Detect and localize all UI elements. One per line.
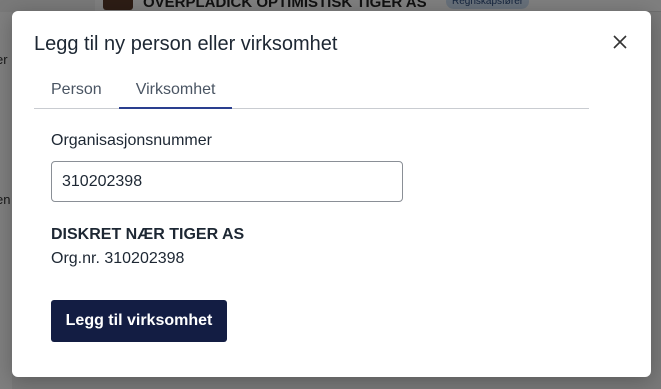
dialog-title: Legg til ny person eller virksomhet: [34, 33, 338, 55]
tab-company[interactable]: Virksomhet: [118, 73, 233, 109]
company-result-org-number: Org.nr. 310202398: [51, 250, 185, 267]
company-result-name: DISKRET NÆR TIGER AS: [51, 226, 245, 243]
org-number-label: Organisasjonsnummer: [51, 132, 212, 149]
add-company-button[interactable]: Legg til virksomhet: [51, 300, 227, 342]
org-number-input[interactable]: [51, 161, 403, 202]
close-icon: [613, 35, 627, 49]
add-person-or-company-dialog: Legg til ny person eller virksomhet Pers…: [12, 11, 651, 377]
tab-person[interactable]: Person: [34, 73, 119, 109]
tab-list: Person Virksomhet: [34, 73, 589, 109]
close-button[interactable]: [609, 31, 631, 53]
